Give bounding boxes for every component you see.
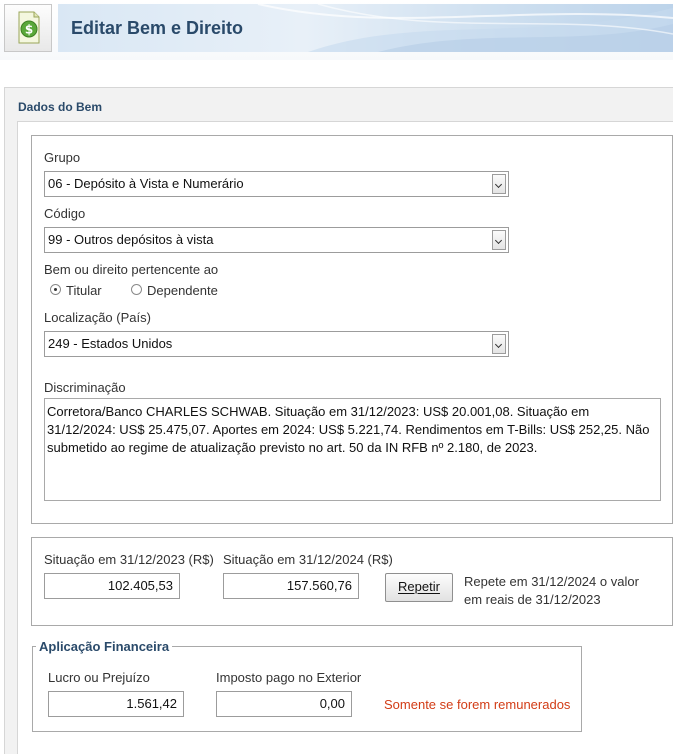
grupo-select[interactable]: 06 - Depósito à Vista e Numerário bbox=[44, 171, 509, 197]
repetir-hint-line2: em reais de 31/12/2023 bbox=[464, 592, 601, 607]
localizacao-value: 249 - Estados Unidos bbox=[48, 336, 173, 351]
codigo-label: Código bbox=[44, 206, 86, 221]
situacao-2023-label: Situação em 31/12/2023 (R$) bbox=[44, 552, 214, 567]
aplicacao-financeira-fieldset bbox=[32, 646, 582, 732]
situacao-2024-input[interactable]: 157.560,76 bbox=[223, 573, 359, 599]
pertencente-label: Bem ou direito pertencente ao bbox=[44, 262, 219, 277]
section-title: Dados do Bem bbox=[18, 100, 103, 114]
codigo-value: 99 - Outros depósitos à vista bbox=[48, 232, 214, 247]
dependente-radio[interactable] bbox=[131, 284, 142, 295]
titular-radio[interactable] bbox=[50, 284, 61, 295]
situacao-2023-input[interactable]: 102.405,53 bbox=[44, 573, 180, 599]
localizacao-label: Localização (País) bbox=[44, 310, 151, 325]
repetir-hint-line1: Repete em 31/12/2024 o valor bbox=[464, 574, 639, 589]
aplicacao-financeira-legend: Aplicação Financeira bbox=[36, 639, 173, 654]
repetir-label: Repetir bbox=[398, 579, 440, 594]
situacao-2024-label: Situação em 31/12/2024 (R$) bbox=[223, 552, 393, 567]
lucro-input[interactable]: 1.561,42 bbox=[48, 691, 184, 717]
lucro-label: Lucro ou Prejuízo bbox=[48, 670, 150, 685]
discriminacao-textarea[interactable]: Corretora/Banco CHARLES SCHWAB. Situação… bbox=[44, 398, 661, 501]
localizacao-select[interactable]: 249 - Estados Unidos bbox=[44, 331, 509, 357]
page-title: Editar Bem e Direito bbox=[71, 18, 244, 38]
money-document-icon: $ bbox=[4, 4, 52, 52]
chevron-down-icon[interactable] bbox=[492, 334, 506, 354]
grupo-value: 06 - Depósito à Vista e Numerário bbox=[48, 176, 244, 191]
imposto-label: Imposto pago no Exterior bbox=[216, 670, 362, 685]
chevron-down-icon[interactable] bbox=[492, 230, 506, 250]
imposto-input[interactable]: 0,00 bbox=[216, 691, 352, 717]
titular-label[interactable]: Titular bbox=[66, 283, 102, 298]
codigo-select[interactable]: 99 - Outros depósitos à vista bbox=[44, 227, 509, 253]
header-banner: Editar Bem e Direito bbox=[58, 4, 673, 52]
dependente-label[interactable]: Dependente bbox=[147, 283, 218, 298]
remunerados-note: Somente se forem remunerados bbox=[384, 697, 571, 712]
discriminacao-label: Discriminação bbox=[44, 380, 126, 395]
page-header: $ Editar Bem e Direito bbox=[0, 0, 673, 60]
chevron-down-icon[interactable] bbox=[492, 174, 506, 194]
grupo-label: Grupo bbox=[44, 150, 81, 165]
repetir-button[interactable]: Repetir bbox=[385, 573, 453, 602]
svg-text:$: $ bbox=[25, 23, 33, 37]
